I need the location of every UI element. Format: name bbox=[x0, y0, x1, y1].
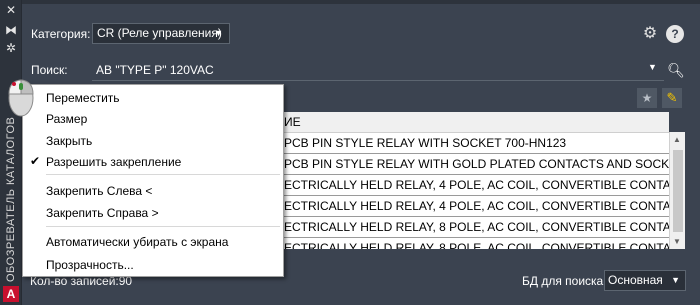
search-history-chevron-icon[interactable]: ▼ bbox=[648, 62, 657, 72]
menu-item-dock-right[interactable]: Закрепить Справа > bbox=[46, 205, 159, 221]
scroll-up-icon[interactable]: ▲ bbox=[673, 135, 681, 144]
category-dropdown[interactable]: CR (Реле управления) ▼ bbox=[92, 23, 230, 44]
menu-item-close[interactable]: Закрыть bbox=[46, 133, 92, 149]
search-icon[interactable]: 🔍︎ bbox=[666, 60, 686, 80]
context-menu: Переместить Размер Закрыть ✔ Разрешить з… bbox=[22, 84, 284, 277]
favorite-star-icon[interactable]: ★ bbox=[637, 88, 657, 108]
chevron-down-icon: ▼ bbox=[214, 28, 223, 38]
search-label: Поиск: bbox=[31, 63, 68, 77]
close-icon[interactable]: ✕ bbox=[4, 4, 18, 16]
checkmark-icon: ✔ bbox=[30, 154, 41, 168]
edit-pencil-icon[interactable]: ✎ bbox=[662, 88, 682, 108]
category-value: CR (Реле управления) bbox=[97, 26, 222, 40]
menu-item-auto-hide[interactable]: Автоматически убирать с экрана bbox=[46, 234, 228, 250]
category-label: Категория: bbox=[31, 27, 91, 41]
help-icon[interactable]: ? bbox=[666, 25, 684, 43]
search-db-dropdown[interactable]: Основная ▼ bbox=[604, 270, 686, 291]
autocad-logo: A bbox=[3, 286, 19, 302]
top-edge bbox=[22, 0, 700, 4]
menu-item-allow-docking[interactable]: Разрешить закрепление bbox=[46, 154, 181, 170]
menu-item-transparency[interactable]: Прозрачность... bbox=[46, 257, 134, 273]
search-db-label: БД для поиска: bbox=[522, 274, 607, 288]
pin-icon[interactable]: ⧓ bbox=[4, 24, 18, 36]
chevron-down-icon: ▼ bbox=[671, 275, 680, 285]
search-input[interactable] bbox=[92, 59, 664, 81]
search-db-value: Основная bbox=[608, 273, 663, 287]
mouse-icon bbox=[8, 79, 34, 117]
menu-item-dock-left[interactable]: Закрепить Слева < bbox=[46, 183, 152, 199]
menu-separator bbox=[46, 226, 280, 227]
scroll-down-icon[interactable]: ▼ bbox=[673, 237, 681, 246]
scrollbar-thumb[interactable] bbox=[673, 150, 683, 232]
palette-title: ОБОЗРЕВАТЕЛЬ КАТАЛОГОВ bbox=[5, 116, 17, 282]
table-vertical-scrollbar[interactable]: ▲ ▼ bbox=[669, 132, 685, 249]
menu-item-move[interactable]: Переместить bbox=[46, 90, 120, 106]
palette-title-strip[interactable]: ✕ ⧓ ✲ ОБОЗРЕВАТЕЛЬ КАТАЛОГОВ A bbox=[0, 0, 22, 305]
menu-separator bbox=[46, 174, 280, 175]
gear-icon[interactable]: ⚙ bbox=[641, 25, 659, 43]
settings-icon[interactable]: ✲ bbox=[4, 42, 18, 54]
menu-item-size[interactable]: Размер bbox=[46, 111, 87, 127]
